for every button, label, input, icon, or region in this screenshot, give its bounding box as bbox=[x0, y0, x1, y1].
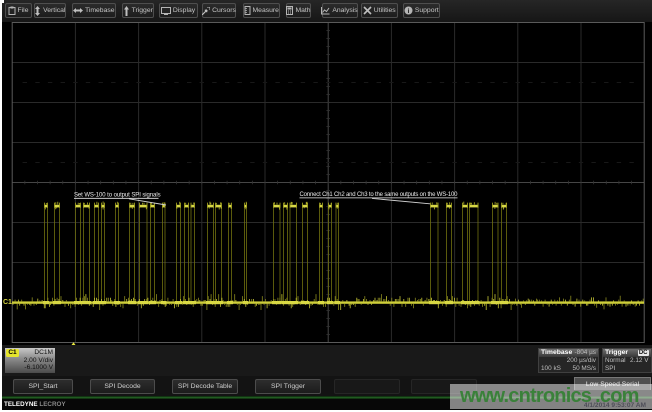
svg-text:Set WS-100 to output SPI signa: Set WS-100 to output SPI signals bbox=[74, 193, 161, 199]
svg-text:C1: C1 bbox=[3, 299, 12, 306]
svg-text:i: i bbox=[407, 8, 409, 15]
svg-text:Connect Ch1 Ch2 and Ch3 to the: Connect Ch1 Ch2 and Ch3 to the same outp… bbox=[300, 192, 459, 198]
